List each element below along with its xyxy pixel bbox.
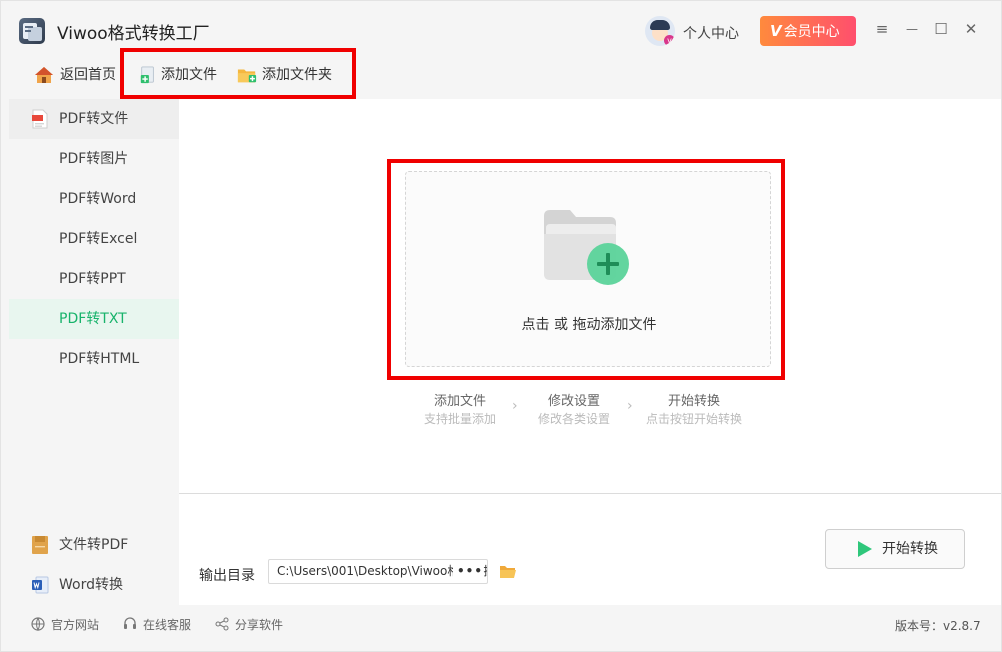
share-software-link[interactable]: 分享软件 <box>215 617 283 633</box>
home-button[interactable]: 返回首页 <box>34 61 116 89</box>
folder-open-icon[interactable] <box>499 564 517 579</box>
chevron-right-icon: › <box>627 398 633 414</box>
chevron-right-icon: › <box>512 398 518 414</box>
file-to-pdf-icon <box>32 536 48 554</box>
version-text: 版本号：v2.8.7 <box>895 619 981 633</box>
output-dir-field[interactable]: C:\Users\001\Desktop\Viwoo格式转换工厂 ••• <box>268 559 488 584</box>
sidebar-group-label: PDF转文件 <box>59 111 129 127</box>
sidebar-group-label: Word转换 <box>59 577 123 593</box>
toolbar-highlight-box <box>120 48 356 99</box>
step-title: 修改设置 <box>547 394 600 409</box>
word-icon <box>32 576 49 594</box>
vip-center-button[interactable]: V 会员中心 <box>760 16 856 46</box>
sidebar: PDF转文件 PDF转图片 PDF转Word PDF转Excel PDF转PPT… <box>9 99 179 605</box>
share-icon <box>215 617 229 631</box>
dropzone-highlight-box <box>387 159 785 380</box>
sidebar-item-pdf-to-html[interactable]: PDF转HTML <box>9 339 179 379</box>
sidebar-group-pdf-to-file[interactable]: PDF转文件 <box>9 99 179 139</box>
headset-icon <box>124 617 136 629</box>
sidebar-item-pdf-to-txt[interactable]: PDF转TXT <box>9 299 179 339</box>
sidebar-group-file-to-pdf[interactable]: 文件转PDF <box>9 525 179 565</box>
home-label: 返回首页 <box>60 67 116 83</box>
website-icon <box>31 617 45 631</box>
menu-icon[interactable]: ≡ <box>872 19 892 39</box>
vip-center-label: 会员中心 <box>783 24 840 40</box>
pdf-icon <box>32 109 48 129</box>
minimize-button[interactable]: — <box>902 19 922 39</box>
close-button[interactable]: ✕ <box>961 19 981 39</box>
step-start-convert: 开始转换 点击按钮开始转换 <box>639 390 749 427</box>
sidebar-item-pdf-to-ppt[interactable]: PDF转PPT <box>9 259 179 299</box>
home-icon <box>35 67 53 83</box>
step-desc: 支持批量添加 <box>423 412 496 426</box>
online-support-link[interactable]: 在线客服 <box>123 617 191 633</box>
sidebar-item-pdf-to-excel[interactable]: PDF转Excel <box>9 219 179 259</box>
step-add-files: 添加文件 支持批量添加 <box>405 390 515 427</box>
start-convert-label: 开始转换 <box>882 541 938 557</box>
more-icon[interactable]: ••• <box>452 560 483 583</box>
footer-label: 分享软件 <box>235 618 284 632</box>
app-logo-icon <box>19 18 45 44</box>
step-modify-settings: 修改设置 修改各类设置 <box>519 390 629 427</box>
output-dir-label: 输出目录 <box>199 568 255 584</box>
maximize-button[interactable]: ☐ <box>931 19 951 39</box>
start-convert-button[interactable]: 开始转换 <box>825 529 965 569</box>
divider <box>179 493 1001 494</box>
step-title: 添加文件 <box>433 394 486 409</box>
app-window: Viwoo格式转换工厂 v 个人中心 V 会员中心 ≡ — ☐ ✕ 返回首页 添… <box>0 0 1002 652</box>
avatar-verified-badge: v <box>664 35 675 46</box>
sidebar-group-word[interactable]: Word转换 <box>9 565 179 605</box>
play-icon <box>858 541 872 557</box>
sidebar-group-label: 文件转PDF <box>59 537 129 553</box>
user-center-link[interactable]: 个人中心 <box>683 23 739 43</box>
sidebar-item-pdf-to-image[interactable]: PDF转图片 <box>9 139 179 179</box>
sidebar-item-pdf-to-word[interactable]: PDF转Word <box>9 179 179 219</box>
vip-v-icon: V <box>770 22 782 40</box>
footer-label: 在线客服 <box>143 618 192 632</box>
step-title: 开始转换 <box>667 394 720 409</box>
official-website-link[interactable]: 官方网站 <box>31 617 99 633</box>
step-desc: 修改各类设置 <box>537 412 610 426</box>
step-desc: 点击按钮开始转换 <box>645 412 742 426</box>
app-title: Viwoo格式转换工厂 <box>57 24 210 44</box>
avatar-icon[interactable]: v <box>645 16 675 46</box>
steps-guide: 添加文件 支持批量添加 › 修改设置 修改各类设置 › 开始转换 点击按钮开始转… <box>415 390 775 430</box>
footer-label: 官方网站 <box>51 618 100 632</box>
